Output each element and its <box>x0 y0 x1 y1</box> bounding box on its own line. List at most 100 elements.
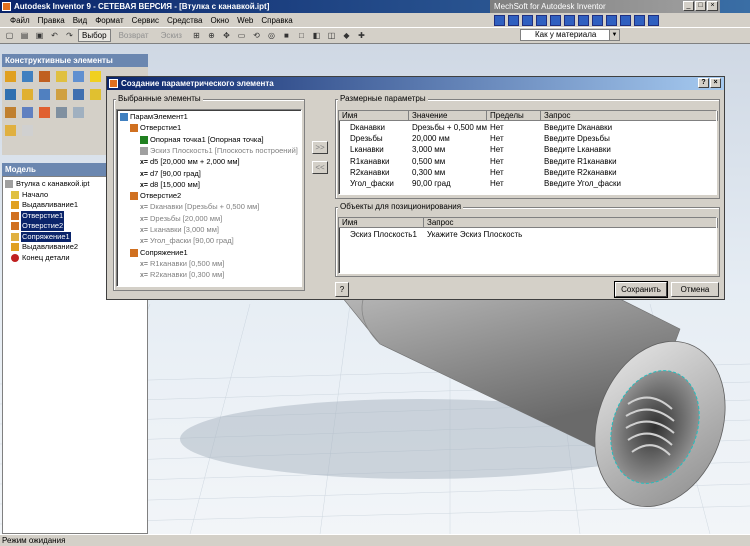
menu-item[interactable]: Web <box>237 16 253 25</box>
tool-icon[interactable] <box>620 14 631 26</box>
redo-icon[interactable]: ↷ <box>63 29 76 42</box>
selected-tree-item[interactable]: ПарамЭлемент1 <box>120 112 188 122</box>
tool-icon[interactable] <box>536 14 547 26</box>
selected-tree-item[interactable]: Сопряжение1 <box>130 248 188 258</box>
update-icon[interactable]: ✚ <box>355 29 368 42</box>
tree-item[interactable]: Отверстие2 <box>11 221 65 231</box>
menu-item[interactable]: Окно <box>210 16 229 25</box>
selected-tree-item[interactable]: x= Угол_фаски [90,00 град] <box>140 236 234 246</box>
features-panel-header[interactable]: Конструктивные элементы <box>2 54 148 67</box>
selected-elements-tree[interactable]: ПарамЭлемент1 Отверстие1 Опорная точка1 [О… <box>116 109 302 287</box>
column-header[interactable]: Пределы <box>487 111 541 121</box>
dialog-help-button[interactable]: ? <box>335 282 349 297</box>
hole-icon[interactable] <box>39 71 50 82</box>
maximize-icon[interactable]: □ <box>695 1 706 11</box>
tool-icon[interactable] <box>508 14 519 26</box>
sketch-button[interactable]: Эскиз <box>157 29 186 42</box>
zoom-icon[interactable]: ⊕ <box>205 29 218 42</box>
tool-icon[interactable] <box>522 14 533 26</box>
tool-icon[interactable] <box>564 14 575 26</box>
fillet-icon[interactable] <box>56 89 67 100</box>
shaded-icon[interactable]: ■ <box>280 29 293 42</box>
tool-icon[interactable] <box>634 14 645 26</box>
shadow-icon[interactable]: ◧ <box>310 29 323 42</box>
cancel-button[interactable]: Отмена <box>671 282 719 297</box>
rib-icon[interactable] <box>73 71 84 82</box>
close-icon[interactable]: × <box>710 78 721 88</box>
selected-tree-item[interactable]: Опорная точка1 [Опорная точка] <box>140 135 264 145</box>
menu-item[interactable]: Правка <box>38 16 65 25</box>
shell-icon[interactable] <box>56 71 67 82</box>
tool-icon[interactable] <box>648 14 659 26</box>
column-header[interactable]: Имя <box>339 218 424 228</box>
pan-icon[interactable]: ✥ <box>220 29 233 42</box>
table-row[interactable]: R1канавки 0,500 мм Нет Введите R1канавки <box>339 157 716 168</box>
select-button[interactable]: Выбор <box>78 29 111 42</box>
tree-item[interactable]: Сопряжение1 <box>11 231 71 242</box>
help-icon[interactable]: ? <box>698 78 709 88</box>
new-icon[interactable]: ▢ <box>3 29 16 42</box>
tool-icon[interactable] <box>494 14 505 26</box>
add-arrow-button[interactable]: >> <box>312 141 328 154</box>
look-at-icon[interactable]: ◎ <box>265 29 278 42</box>
selected-tree-item[interactable]: x= Lканавки [3,000 мм] <box>140 225 219 235</box>
face-draft-icon[interactable] <box>5 107 16 118</box>
work-point-icon[interactable] <box>39 107 50 118</box>
open-icon[interactable]: ▤ <box>18 29 31 42</box>
view-icon[interactable]: ◫ <box>325 29 338 42</box>
tool-icon[interactable] <box>606 14 617 26</box>
menu-item[interactable]: Средства <box>167 16 202 25</box>
chamfer-icon[interactable] <box>73 89 84 100</box>
menu-item[interactable]: Справка <box>261 16 292 25</box>
tree-item[interactable]: Отверстие1 <box>11 210 65 221</box>
table-row[interactable]: Lканавки 3,000 мм Нет Введите Lканавки <box>339 145 716 156</box>
selected-tree-item[interactable]: Отверстие2 <box>130 191 181 201</box>
ifeature-icon[interactable] <box>22 125 33 136</box>
selected-tree-item[interactable]: x= Dрезьбы [20,000 мм] <box>140 214 222 224</box>
sweep-icon[interactable] <box>5 89 16 100</box>
derived-icon[interactable] <box>5 125 16 136</box>
chevron-down-icon[interactable]: ▼ <box>609 30 619 40</box>
extrude-icon[interactable] <box>5 71 16 82</box>
menu-item[interactable]: Вид <box>73 16 87 25</box>
coil-icon[interactable] <box>22 89 33 100</box>
table-row[interactable]: Dрезьбы 20,000 мм Нет Введите Dрезьбы <box>339 134 716 145</box>
minimize-icon[interactable]: _ <box>683 1 694 11</box>
table-row[interactable]: R2канавки 0,300 мм Нет Введите R2канавки <box>339 168 716 179</box>
return-button[interactable]: Возврат <box>115 29 153 42</box>
menu-item[interactable]: Файл <box>10 16 30 25</box>
wireframe-icon[interactable]: □ <box>295 29 308 42</box>
close-icon[interactable]: × <box>707 1 718 11</box>
selected-tree-item[interactable]: x= Dканавки [Dрезьбы + 0,500 мм] <box>140 202 259 212</box>
table-row[interactable]: Угол_фаски 90,00 град Нет Введите Угол_фаск… <box>339 179 716 190</box>
menu-item[interactable]: Сервис <box>132 16 159 25</box>
table-row[interactable]: Dканавки Dрезьбы + 0,500 мм Нет Введите Dка… <box>339 123 716 134</box>
params-table[interactable]: Имя Значение Пределы Запрос Dканавки Dрезьбы … <box>338 110 718 195</box>
column-header[interactable]: Запрос <box>424 218 718 228</box>
tree-item[interactable]: Выдавливание1 <box>11 200 79 210</box>
work-plane-icon[interactable] <box>73 107 84 118</box>
tree-item[interactable]: Начало <box>11 190 49 200</box>
remove-arrow-button[interactable]: << <box>312 161 328 174</box>
split-icon[interactable] <box>90 89 101 100</box>
tool-icon[interactable] <box>592 14 603 26</box>
selected-tree-item[interactable]: Отверстие1 <box>130 123 181 133</box>
rotate-icon[interactable]: ⟲ <box>250 29 263 42</box>
save-icon[interactable]: ▣ <box>33 29 46 42</box>
undo-icon[interactable]: ↶ <box>48 29 61 42</box>
menu-item[interactable]: Формат <box>95 16 123 25</box>
thread-icon[interactable] <box>39 89 50 100</box>
tool-icon[interactable] <box>578 14 589 26</box>
pattern-icon[interactable] <box>22 107 33 118</box>
selected-tree-item[interactable]: Эскиз Плоскость1 [Плоскость построений] <box>140 146 298 156</box>
selected-tree-item[interactable]: x= d5 [20,000 мм + 2,000 мм] <box>140 157 240 167</box>
selected-tree-item[interactable]: x= d8 [15,000 мм] <box>140 180 200 190</box>
tree-item[interactable]: Выдавливание2 <box>11 242 79 252</box>
zoom-all-icon[interactable]: ⊞ <box>190 29 203 42</box>
tool-icon[interactable] <box>550 14 561 26</box>
color-icon[interactable]: ◆ <box>340 29 353 42</box>
save-button[interactable]: Сохранить <box>614 281 668 298</box>
selected-tree-item[interactable]: x= R1канавки [0,500 мм] <box>140 259 224 269</box>
column-header[interactable]: Запрос <box>541 111 718 121</box>
tree-item[interactable]: Втулка с канавкой.ipt <box>5 179 90 189</box>
